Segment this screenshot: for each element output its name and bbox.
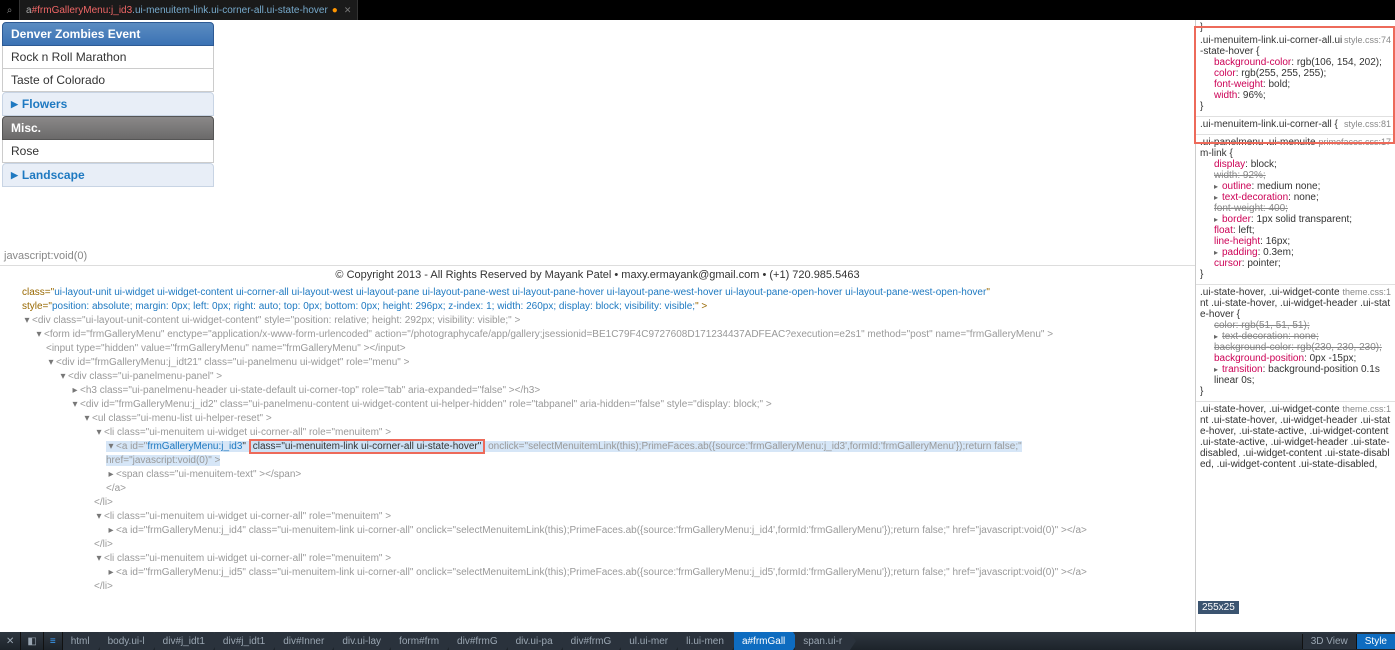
dom-node[interactable]: </li> [10, 580, 1195, 594]
dom-node-selected[interactable]: ▾<a id="frmGalleryMenu:j_id3" class="ui-… [10, 440, 1195, 454]
chevron-right-icon: ▶ [11, 99, 18, 110]
dom-node[interactable]: ▾<div class="ui-panelmenu-panel" > [10, 370, 1195, 384]
dom-node[interactable]: href="javascript:void(0)" > [10, 454, 1195, 468]
dom-node[interactable]: ▸<a id="frmGalleryMenu:j_id5" class="ui-… [10, 566, 1195, 580]
close-icon[interactable]: ✕ [344, 5, 352, 16]
tab-modified-dot: ● [332, 5, 338, 16]
close-panel-button[interactable]: ✕ [0, 632, 21, 650]
breadcrumb-item[interactable]: div#frmG [449, 632, 506, 650]
pm-header-flowers[interactable]: ▶Flowers [2, 92, 214, 116]
css-rule[interactable]: theme.css:1 .ui-state-hover, .ui-widget-… [1196, 285, 1395, 402]
pm-header-denver[interactable]: Denver Zombies Event [2, 22, 214, 46]
dom-node[interactable]: ▾<li class="ui-menuitem ui-widget ui-cor… [10, 510, 1195, 524]
dom-node[interactable]: ▸<span class="ui-menuitem-text" ></span> [10, 468, 1195, 482]
browser-statusbar: javascript:void(0) [0, 247, 1195, 265]
dom-tree-panel[interactable]: class="ui-layout-unit ui-widget ui-widge… [0, 284, 1195, 632]
devtools-tab[interactable]: a#frmGalleryMenu:j_id3.ui-menuitem-link.… [20, 0, 358, 20]
breadcrumb-item[interactable]: span.ui-r [795, 632, 850, 650]
pm-header-landscape[interactable]: ▶Landscape [2, 163, 214, 187]
page-footer: © Copyright 2013 - All Rights Reserved b… [0, 265, 1195, 284]
view-lines-button[interactable]: ≡ [44, 632, 63, 650]
dom-node[interactable]: </li> [10, 538, 1195, 552]
breadcrumb-item[interactable]: div#j_idt1 [215, 632, 273, 650]
view-3d-button[interactable]: 3D View [1302, 634, 1356, 649]
breadcrumb-item[interactable]: div#j_idt1 [155, 632, 213, 650]
view-style-button[interactable]: Style [1356, 634, 1395, 649]
breadcrumb-item[interactable]: div#Inner [275, 632, 332, 650]
rule-source[interactable]: style.css:81 [1344, 119, 1391, 129]
dom-node[interactable]: class="ui-layout-unit ui-widget ui-widge… [10, 286, 1195, 300]
dom-node[interactable]: </li> [10, 496, 1195, 510]
breadcrumb-item[interactable]: html [63, 632, 98, 650]
dom-node[interactable]: ▾<li class="ui-menuitem ui-widget ui-cor… [10, 426, 1195, 440]
pm-item-taste[interactable]: Taste of Colorado [2, 69, 214, 92]
rule-source[interactable]: style.css:74 [1344, 35, 1391, 45]
tab-selector-path: a#frmGalleryMenu:j_id3.ui-menuitem-link.… [26, 5, 328, 16]
rule-source[interactable]: theme.css:1 [1342, 287, 1391, 297]
breadcrumb-item[interactable]: li.ui-men [678, 632, 732, 650]
pm-item-rose[interactable]: Rose [2, 140, 214, 163]
chevron-right-icon: ▶ [11, 170, 18, 181]
pm-item-rock[interactable]: Rock n Roll Marathon [2, 46, 214, 69]
css-rule[interactable]: style.css:81 .ui-menuitem-link.ui-corner… [1196, 117, 1395, 135]
styles-panel[interactable]: } style.css:74 .ui-menuitem-link.ui-corn… [1195, 20, 1395, 632]
dom-node[interactable]: ▾<div id="frmGalleryMenu:j_id2" class="u… [10, 398, 1195, 412]
devtools-tabbar: ⌕ a#frmGalleryMenu:j_id3.ui-menuitem-lin… [0, 0, 1395, 20]
css-rule[interactable]: theme.css:1 .ui-state-hover, .ui-widget-… [1196, 402, 1395, 474]
breadcrumb-item-active[interactable]: a#frmGall [734, 632, 793, 650]
breadcrumb-item[interactable]: div.ui-pa [508, 632, 561, 650]
page-preview: Denver Zombies Event Rock n Roll Maratho… [0, 20, 1195, 187]
dom-node[interactable]: </a> [10, 482, 1195, 496]
rule-source[interactable]: theme.css:1 [1342, 404, 1391, 414]
breadcrumb-item[interactable]: div#frmG [563, 632, 620, 650]
dom-node[interactable]: ▾<div id="frmGalleryMenu:j_idt21" class=… [10, 356, 1195, 370]
dock-side-button[interactable]: ◧ [21, 632, 43, 650]
css-rule[interactable]: primefaces.css:17 .ui-panelmenu .ui-menu… [1196, 135, 1395, 285]
devtools-bottombar: ✕ ◧ ≡ html body.ui-l div#j_idt1 div#j_id… [0, 632, 1395, 650]
dom-node[interactable]: ▾<div class="ui-layout-unit-content ui-w… [10, 314, 1195, 328]
inspect-icon[interactable]: ⌕ [0, 0, 20, 20]
breadcrumb-item[interactable]: body.ui-l [100, 632, 153, 650]
dom-node[interactable]: ▾<form id="frmGalleryMenu" enctype="appl… [10, 328, 1195, 342]
dom-node[interactable]: ▸<a id="frmGalleryMenu:j_id4" class="ui-… [10, 524, 1195, 538]
dom-node[interactable]: ▸<h3 class="ui-panelmenu-header ui-state… [10, 384, 1195, 398]
dimension-badge: 255x25 [1198, 601, 1239, 614]
breadcrumb-item[interactable]: ul.ui-mer [621, 632, 676, 650]
breadcrumb-item[interactable]: div.ui-lay [334, 632, 389, 650]
pm-header-misc[interactable]: Misc. [2, 116, 214, 140]
dom-node[interactable]: ▾<ul class="ui-menu-list ui-helper-reset… [10, 412, 1195, 426]
rule-source[interactable]: primefaces.css:17 [1318, 137, 1391, 147]
dom-node[interactable]: style="position: absolute; margin: 0px; … [10, 300, 1195, 314]
brace: } [1200, 22, 1203, 33]
breadcrumb-item[interactable]: form#frm [391, 632, 447, 650]
dom-node[interactable]: <input type="hidden" value="frmGalleryMe… [10, 342, 1195, 356]
highlight-class-attr: class="ui-menuitem-link ui-corner-all ui… [249, 439, 486, 454]
css-rule[interactable]: style.css:74 .ui-menuitem-link.ui-corner… [1196, 33, 1395, 117]
dom-node[interactable]: ▾<li class="ui-menuitem ui-widget ui-cor… [10, 552, 1195, 566]
panel-menu: Denver Zombies Event Rock n Roll Maratho… [2, 22, 214, 187]
